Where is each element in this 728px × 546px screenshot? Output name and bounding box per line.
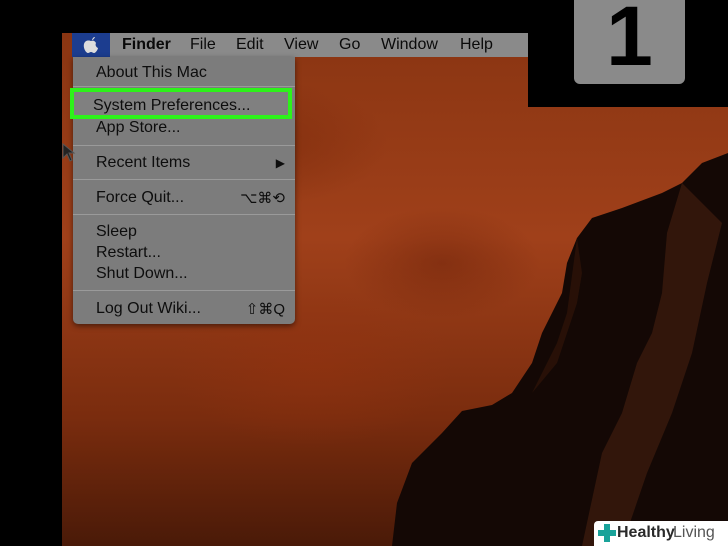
menu-item-app-store[interactable]: App Store... <box>96 119 181 137</box>
menu-separator <box>73 145 295 146</box>
menu-item-sleep[interactable]: Sleep <box>96 223 137 241</box>
system-preferences-label: System Preferences... <box>93 97 251 114</box>
step-number-badge: 1 <box>574 0 685 84</box>
mouse-pointer-icon <box>62 143 76 162</box>
menu-item-log-out[interactable]: Log Out Wiki... <box>96 300 201 318</box>
watermark-regular-text: Living <box>673 524 715 541</box>
menu-item-shut-down[interactable]: Shut Down... <box>96 265 188 283</box>
menu-view[interactable]: View <box>284 36 318 54</box>
plus-cross-icon <box>598 524 616 542</box>
step-number: 1 <box>606 0 653 83</box>
watermark: Healthy Living <box>594 521 728 546</box>
menu-finder[interactable]: Finder <box>122 36 171 54</box>
menu-separator <box>73 86 295 87</box>
menu-bar: Finder File Edit View Go Window Help <box>72 33 528 57</box>
apple-menu-button[interactable] <box>72 33 110 57</box>
menu-separator <box>73 290 295 291</box>
menu-item-force-quit[interactable]: Force Quit... <box>96 189 184 207</box>
apple-logo-icon <box>83 37 98 53</box>
menu-separator <box>73 179 295 180</box>
submenu-arrow-icon: ▶ <box>275 156 285 170</box>
menu-separator <box>73 214 295 215</box>
menu-file[interactable]: File <box>190 36 216 54</box>
menu-item-restart[interactable]: Restart... <box>96 244 161 262</box>
menu-item-about[interactable]: About This Mac <box>96 64 207 82</box>
menu-help[interactable]: Help <box>460 36 493 54</box>
menu-edit[interactable]: Edit <box>236 36 264 54</box>
menu-item-system-preferences[interactable]: System Preferences... <box>70 88 292 119</box>
log-out-shortcut: ⇧⌘Q <box>245 301 285 318</box>
menu-go[interactable]: Go <box>339 36 360 54</box>
menu-item-recent-items[interactable]: Recent Items <box>96 154 190 172</box>
force-quit-shortcut: ⌥⌘⟲ <box>240 190 285 207</box>
watermark-bold-text: Healthy <box>617 524 675 541</box>
menu-window[interactable]: Window <box>381 36 438 54</box>
